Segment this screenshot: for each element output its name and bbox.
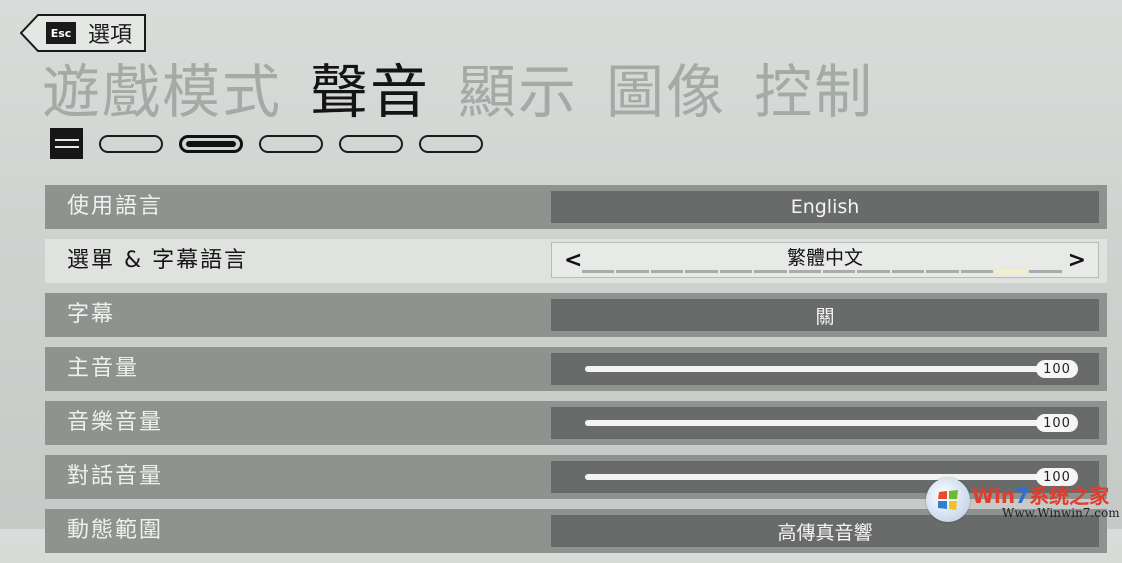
setting-row-menu-subtitle-language[interactable]: 選單 & 字幕語言 < 繁體中文 >	[45, 239, 1107, 283]
setting-row-subtitles[interactable]: 字幕 關	[45, 293, 1107, 337]
tab-graphics[interactable]: 圖像	[606, 56, 726, 128]
slider-fill	[585, 420, 1044, 426]
page-dot-1[interactable]	[99, 134, 163, 153]
setting-value: English	[790, 196, 860, 218]
setting-label: 對話音量	[67, 464, 164, 489]
setting-value: 高傳真音響	[777, 521, 873, 544]
option-segment	[822, 270, 856, 273]
page-dot-5[interactable]	[419, 134, 483, 153]
watermark: Win7系统之家 Www.Winwin7.com	[926, 478, 1120, 524]
watermark-brand-num: 7	[1015, 484, 1030, 508]
setting-label: 字幕	[67, 302, 116, 327]
option-segment	[582, 270, 615, 273]
back-label: 選項	[88, 23, 133, 48]
subtitles-value[interactable]: 關	[551, 299, 1099, 331]
setting-label: 使用語言	[67, 194, 164, 219]
setting-row-language[interactable]: 使用語言 English	[45, 185, 1107, 229]
watermark-brand: Win7系统之家	[972, 480, 1109, 509]
windows-logo-icon	[926, 478, 970, 522]
option-segment	[891, 270, 925, 273]
page-indicator	[50, 128, 483, 159]
option-segment	[650, 270, 684, 273]
page-dot-4[interactable]	[339, 134, 403, 153]
option-segment	[926, 270, 959, 273]
option-segment	[616, 270, 649, 273]
chevron-left-icon[interactable]: <	[564, 243, 582, 277]
tab-display[interactable]: 顯示	[458, 56, 578, 128]
setting-label: 動態範圍	[67, 518, 164, 543]
watermark-brand-cn: 系统之家	[1029, 484, 1110, 508]
tab-controls[interactable]: 控制	[754, 56, 874, 128]
setting-label: 音樂音量	[67, 410, 164, 435]
setting-value: 關	[815, 305, 835, 328]
page-dot-2-active[interactable]	[179, 134, 243, 153]
option-segment	[685, 270, 718, 273]
slider-handle[interactable]: 100	[1036, 360, 1078, 378]
option-segment	[719, 270, 753, 273]
setting-label: 主音量	[67, 356, 140, 381]
esc-key-icon: Esc	[46, 22, 76, 44]
setting-row-music-volume[interactable]: 音樂音量 100	[45, 401, 1107, 445]
master-volume-slider[interactable]: 100	[551, 353, 1099, 385]
setting-label: 選單 & 字幕語言	[67, 248, 249, 273]
option-segment	[995, 270, 1028, 274]
option-segment	[1029, 270, 1062, 273]
watermark-url: Www.Winwin7.com	[1002, 506, 1120, 520]
chevron-right-icon[interactable]: >	[1068, 243, 1086, 277]
menu-language-selector[interactable]: < 繁體中文 >	[551, 242, 1099, 278]
setting-value: 繁體中文	[786, 246, 863, 269]
tab-switch-icon[interactable]	[50, 128, 83, 159]
option-segment	[754, 270, 787, 273]
music-volume-slider[interactable]: 100	[551, 407, 1099, 439]
language-value[interactable]: English	[551, 191, 1099, 223]
watermark-brand-w: Win	[972, 484, 1016, 508]
tab-gameplay[interactable]: 遊戲模式	[42, 56, 282, 128]
option-segment	[960, 270, 994, 273]
option-segment	[857, 270, 890, 273]
slider-fill	[585, 366, 1044, 372]
setting-row-master-volume[interactable]: 主音量 100	[45, 347, 1107, 391]
slider-handle[interactable]: 100	[1036, 414, 1078, 432]
option-position-bar	[582, 270, 1062, 274]
tab-audio[interactable]: 聲音	[310, 56, 430, 128]
page-dot-3[interactable]	[259, 134, 323, 153]
option-segment	[788, 270, 821, 273]
category-tabs: 遊戲模式 聲音 顯示 圖像 控制	[42, 56, 874, 128]
back-button[interactable]: Esc 選項	[20, 14, 146, 52]
